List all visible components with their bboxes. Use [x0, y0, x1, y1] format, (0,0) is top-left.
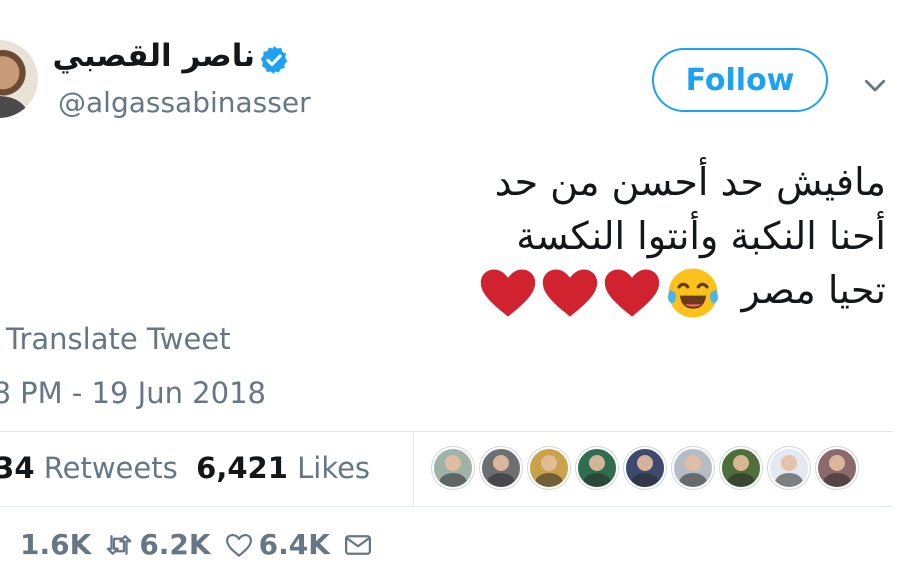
verified-badge-icon: [260, 46, 288, 74]
tweet-line: مافيش حد أحسن من حد: [494, 160, 886, 204]
liker-avatar[interactable]: [672, 447, 714, 489]
tweet-timestamp[interactable]: 58 PM - 19 Jun 2018: [0, 376, 266, 410]
heart-emoji-icon: [543, 268, 598, 317]
likes-label[interactable]: Likes: [297, 451, 370, 485]
translate-tweet-link[interactable]: Translate Tweet: [6, 322, 231, 356]
reply-action[interactable]: 1.6K: [20, 528, 91, 561]
retweets-label[interactable]: Retweets: [44, 451, 178, 485]
user-handle[interactable]: @algassabinasser: [58, 86, 311, 119]
tweet-line: أحنا النكبة وأنتوا النكسة: [516, 214, 886, 258]
chevron-down-icon[interactable]: [860, 70, 890, 100]
heart-emoji-icon: [481, 268, 536, 317]
stats-row: 234 Retweets 6,421 Likes: [0, 451, 370, 485]
action-bar: 1.6K 6.2K 6.4K: [20, 528, 374, 561]
liker-avatar[interactable]: [816, 447, 858, 489]
likes-count[interactable]: 6,421: [196, 451, 288, 485]
envelope-icon: [344, 534, 371, 555]
like-count: 6.4K: [258, 528, 330, 561]
retweet-count: 6.2K: [139, 528, 211, 561]
liker-avatar[interactable]: [432, 447, 474, 489]
stats-separator: [413, 432, 414, 506]
tears-of-joy-emoji-icon: [668, 268, 719, 317]
heart-emoji-icon: [605, 268, 660, 317]
reply-count: 1.6K: [20, 528, 92, 561]
retweets-count[interactable]: 234: [0, 451, 35, 485]
liker-avatar[interactable]: [720, 447, 762, 489]
heart-outline-icon: [225, 533, 252, 557]
liker-avatar[interactable]: [624, 447, 666, 489]
message-action[interactable]: [342, 530, 374, 560]
tweet-line-last: تحيا مصر: [366, 263, 886, 321]
liker-avatar[interactable]: [528, 447, 570, 489]
liker-avatar[interactable]: [480, 447, 522, 489]
like-action[interactable]: 6.4K: [223, 528, 330, 561]
display-name[interactable]: ناصر القصبي: [53, 38, 255, 74]
divider: [0, 506, 893, 507]
divider: [0, 431, 893, 432]
retweet-action[interactable]: 6.2K: [103, 528, 211, 561]
tweet-text: مافيش حد أحسن من حد أحنا النكبة وأنتوا ا…: [366, 155, 886, 321]
emoji-row: [479, 265, 721, 321]
avatar[interactable]: [0, 40, 38, 118]
liker-avatar[interactable]: [576, 447, 618, 489]
retweet-icon: [106, 534, 132, 555]
follow-button[interactable]: Follow: [652, 48, 828, 112]
liker-avatars: [432, 447, 858, 489]
liker-avatar[interactable]: [768, 447, 810, 489]
tweet-line-text: تحيا مصر: [741, 268, 886, 312]
